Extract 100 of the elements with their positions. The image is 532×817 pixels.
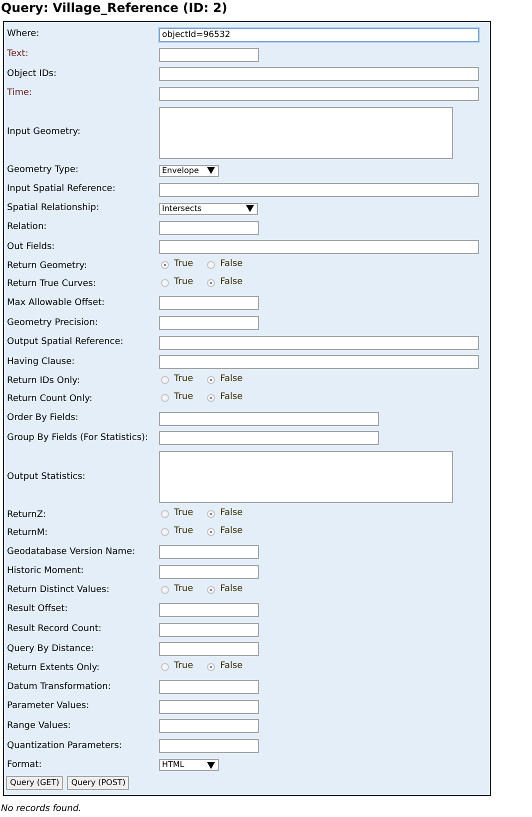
field-label: Group By Fields (For Statistics): bbox=[6, 432, 150, 444]
radio-button[interactable] bbox=[161, 260, 169, 269]
input-field[interactable] bbox=[159, 431, 379, 446]
field-label: Historic Moment: bbox=[6, 566, 85, 578]
field-label: ReturnZ: bbox=[6, 510, 48, 521]
status-message: No records found. bbox=[1, 803, 82, 816]
radio-button[interactable] bbox=[161, 586, 169, 594]
field-label: ReturnM: bbox=[6, 528, 49, 539]
input-field[interactable] bbox=[159, 564, 259, 579]
query-button[interactable]: Query (POST) bbox=[67, 776, 130, 790]
input-field[interactable] bbox=[159, 545, 259, 560]
radio-label: True bbox=[174, 660, 194, 674]
text-area[interactable] bbox=[159, 451, 453, 504]
input-field[interactable] bbox=[159, 182, 479, 197]
field-label: Time: bbox=[6, 88, 34, 100]
radio-button[interactable] bbox=[161, 662, 169, 671]
radio-label: False bbox=[220, 582, 243, 596]
input-field[interactable] bbox=[159, 296, 259, 310]
field-label: Result Offset: bbox=[6, 604, 69, 616]
field-label: Datum Transformation: bbox=[6, 682, 112, 693]
field-label: Parameter Values: bbox=[6, 701, 90, 712]
field-label: Return IDs Only: bbox=[6, 376, 81, 387]
input-field[interactable] bbox=[159, 86, 479, 101]
radio-button[interactable] bbox=[207, 394, 216, 402]
field-label: Max Allowable Offset: bbox=[6, 298, 106, 309]
input-field[interactable] bbox=[159, 602, 259, 617]
field-label: Return Geometry: bbox=[6, 260, 88, 272]
input-field[interactable] bbox=[159, 48, 259, 62]
input-field[interactable] bbox=[159, 336, 479, 350]
radio-label: False bbox=[220, 391, 243, 404]
page-title: Query: Village_Reference (ID: 2) bbox=[0, 0, 228, 16]
field-label: Relation: bbox=[6, 222, 48, 234]
radio-label: False bbox=[220, 660, 243, 674]
input-field[interactable] bbox=[159, 719, 259, 734]
radio-label: True bbox=[174, 373, 194, 386]
dropdown[interactable]: Intersects bbox=[159, 202, 258, 215]
field-label: Spatial Relationship: bbox=[6, 203, 100, 214]
field-label: Quantization Parameters: bbox=[6, 740, 123, 752]
input-field[interactable] bbox=[159, 240, 479, 254]
field-label: Text: bbox=[6, 49, 30, 60]
input-field[interactable] bbox=[159, 622, 259, 637]
radio-button[interactable] bbox=[161, 279, 169, 288]
radio-button[interactable] bbox=[207, 376, 216, 384]
field-label: Return True Curves: bbox=[6, 278, 97, 290]
input-field[interactable] bbox=[159, 739, 259, 754]
field-label: Geometry Precision: bbox=[6, 318, 99, 329]
radio-label: True bbox=[174, 391, 194, 404]
field-label: Query By Distance: bbox=[6, 644, 95, 655]
field-label: Order By Fields: bbox=[6, 413, 80, 424]
input-field[interactable] bbox=[159, 642, 259, 656]
dropdown[interactable]: HTML bbox=[159, 759, 219, 772]
radio-label: True bbox=[174, 582, 194, 596]
radio-label: False bbox=[220, 525, 243, 538]
radio-label: True bbox=[174, 258, 194, 272]
field-label: Object IDs: bbox=[6, 68, 58, 80]
input-field[interactable] bbox=[159, 316, 259, 330]
radio-label: True bbox=[174, 276, 194, 290]
dropdown[interactable]: Envelope bbox=[159, 164, 219, 177]
field-label: Output Spatial Reference: bbox=[6, 337, 124, 348]
radio-label: False bbox=[220, 373, 243, 386]
field-label: Range Values: bbox=[6, 720, 72, 732]
input-field[interactable] bbox=[159, 412, 379, 426]
field-label: Return Extents Only: bbox=[6, 662, 101, 674]
field-label: Output Statistics: bbox=[6, 472, 86, 483]
radio-button[interactable] bbox=[161, 376, 169, 384]
input-field[interactable] bbox=[159, 680, 259, 694]
radio-button[interactable] bbox=[161, 394, 169, 402]
caret-icon bbox=[246, 205, 254, 212]
field-label: Return Distinct Values: bbox=[6, 585, 110, 596]
field-label: Out Fields: bbox=[6, 242, 56, 253]
radio-label: False bbox=[220, 507, 243, 520]
input-field[interactable] bbox=[159, 220, 259, 235]
field-label: Return Count Only: bbox=[6, 394, 94, 406]
radio-button[interactable] bbox=[207, 586, 216, 594]
radio-button[interactable] bbox=[161, 528, 169, 536]
radio-button[interactable] bbox=[207, 662, 216, 671]
radio-button[interactable] bbox=[161, 510, 169, 518]
text-area[interactable] bbox=[159, 106, 453, 159]
input-field[interactable]: objectId=96532 bbox=[159, 28, 479, 42]
field-label: Input Spatial Reference: bbox=[6, 184, 116, 196]
caret-icon bbox=[207, 762, 215, 769]
radio-button[interactable] bbox=[207, 260, 216, 269]
radio-button[interactable] bbox=[207, 510, 216, 518]
field-label: Having Clause: bbox=[6, 356, 76, 368]
input-field[interactable] bbox=[159, 355, 479, 370]
query-button[interactable]: Query (GET) bbox=[6, 776, 64, 790]
field-label: Geodatabase Version Name: bbox=[6, 546, 136, 558]
field-label: Format: bbox=[6, 760, 43, 771]
field-label: Input Geometry: bbox=[6, 127, 82, 138]
radio-button[interactable] bbox=[207, 528, 216, 536]
radio-label: True bbox=[174, 507, 194, 520]
radio-button[interactable] bbox=[207, 279, 216, 288]
radio-label: False bbox=[220, 258, 243, 272]
field-label: Geometry Type: bbox=[6, 165, 80, 176]
input-field[interactable] bbox=[159, 700, 259, 714]
input-field[interactable] bbox=[159, 67, 479, 82]
field-label: Where: bbox=[6, 29, 40, 40]
caret-icon bbox=[207, 167, 215, 174]
radio-label: True bbox=[174, 525, 194, 538]
field-label: Result Record Count: bbox=[6, 624, 102, 636]
